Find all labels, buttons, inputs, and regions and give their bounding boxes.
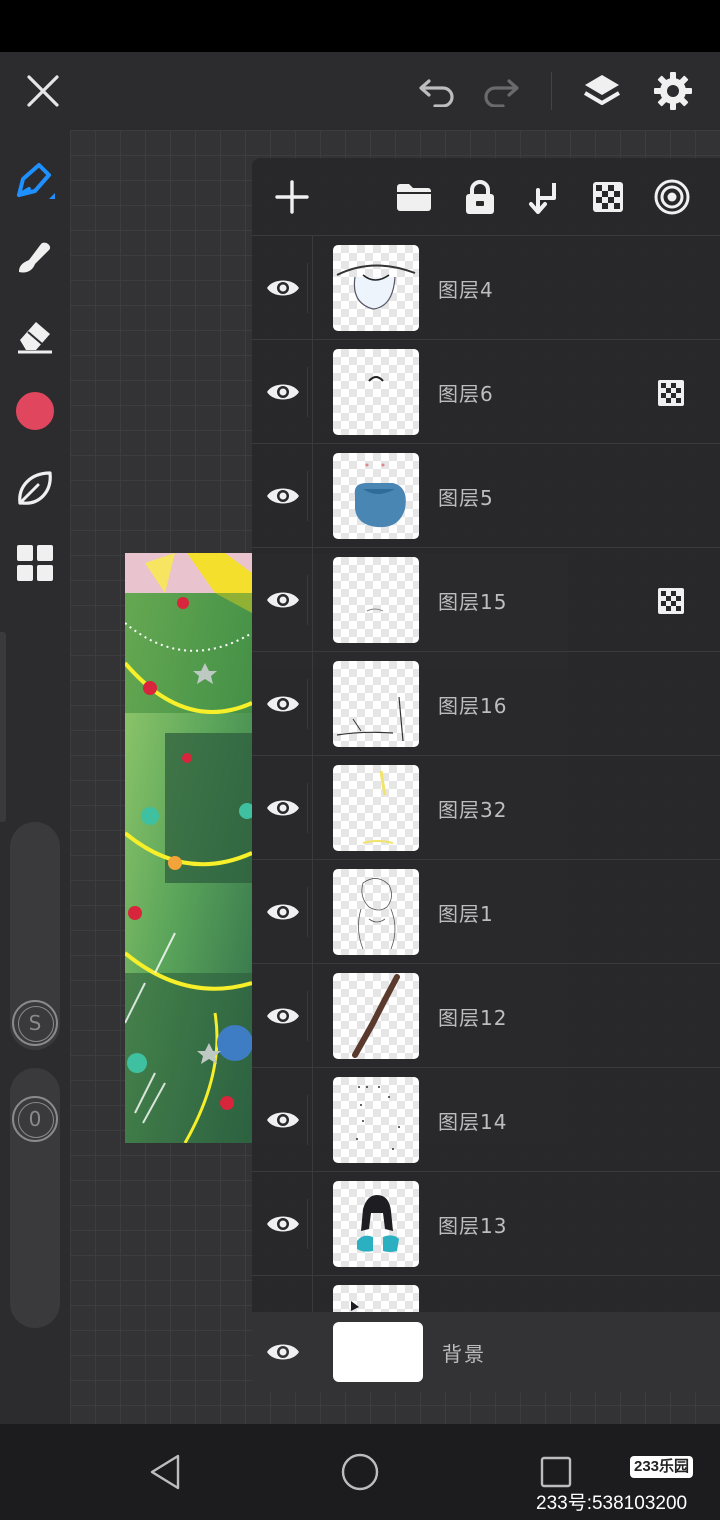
layers-icon[interactable]: [576, 66, 628, 116]
blend-mode-icon[interactable]: [647, 172, 697, 222]
background-layer-row[interactable]: 背景: [252, 1312, 720, 1392]
layer-name: 图层16: [438, 694, 508, 718]
eye-icon[interactable]: [258, 575, 308, 625]
eye-icon[interactable]: [258, 367, 308, 417]
alpha-lock-icon[interactable]: [658, 588, 684, 614]
layer-thumbnail: [333, 349, 419, 435]
add-icon[interactable]: [267, 172, 317, 222]
layer-name: 图层12: [438, 1006, 508, 1030]
layer-name: 图层15: [438, 590, 508, 614]
layer-thumbnail: [333, 765, 419, 851]
layer-name: 图层14: [438, 1110, 508, 1134]
layer-row[interactable]: 图层1: [252, 860, 720, 964]
layer-thumbnail: [333, 453, 419, 539]
christmas-tree-illustration: [125, 553, 252, 1143]
panel-edge-handle[interactable]: [0, 632, 6, 822]
color-swatch-icon[interactable]: [10, 386, 60, 436]
layer-thumbnail: [333, 661, 419, 747]
layer-thumbnail: [333, 973, 419, 1059]
eye-icon[interactable]: [258, 1327, 308, 1377]
layer-name: 图层5: [438, 486, 494, 510]
eye-icon[interactable]: [258, 783, 308, 833]
redo-icon[interactable]: [476, 66, 526, 116]
eye-icon[interactable]: [258, 1095, 308, 1145]
watermark-id: 233号:538103200: [536, 1493, 688, 1514]
layer-thumbnail: [333, 1285, 419, 1312]
background-thumbnail: [333, 1322, 423, 1382]
alpha-lock-icon[interactable]: [583, 172, 633, 222]
layer-thumbnail: [333, 1077, 419, 1163]
toolbar-divider: [551, 72, 552, 110]
eye-icon[interactable]: [258, 679, 308, 729]
eraser-icon[interactable]: [10, 311, 60, 361]
layer-thumbnail: [333, 245, 419, 331]
leaf-icon[interactable]: [10, 463, 60, 513]
brush-opacity-knob[interactable]: 0: [12, 1096, 58, 1142]
layer-thumbnail: [333, 1181, 419, 1267]
eye-icon[interactable]: [258, 1199, 308, 1249]
status-bar: [0, 0, 720, 52]
pen-icon[interactable]: [10, 156, 60, 206]
layer-name: 图层13: [438, 1214, 508, 1238]
eye-icon[interactable]: [258, 991, 308, 1041]
background-layer-name: 背景: [442, 1342, 486, 1366]
layer-row[interactable]: 图层13: [252, 1172, 720, 1276]
layer-list[interactable]: 图层4 图层6 图层5 图层15 图层16 图层32 图层1 图层12 图层14…: [252, 236, 720, 1312]
current-color: [14, 390, 56, 432]
layer-name: 图层4: [438, 278, 494, 302]
layer-row[interactable]: 图层5: [252, 444, 720, 548]
merge-down-icon[interactable]: [518, 172, 568, 222]
layer-row[interactable]: 图层12: [252, 964, 720, 1068]
layer-row[interactable]: 图层4: [252, 236, 720, 340]
undo-icon[interactable]: [412, 66, 462, 116]
left-toolbar: S 0: [0, 130, 70, 1424]
alpha-lock-icon[interactable]: [658, 380, 684, 406]
layers-toolbar: [252, 158, 720, 236]
grid-icon[interactable]: [10, 538, 60, 588]
layer-row[interactable]: 图层15: [252, 548, 720, 652]
layer-name: 图层6: [438, 382, 494, 406]
close-icon[interactable]: [18, 66, 68, 116]
back-icon[interactable]: [142, 1449, 188, 1495]
smudge-icon[interactable]: [10, 233, 60, 283]
layer-row-partial[interactable]: [252, 1276, 720, 1312]
top-toolbar: [0, 52, 720, 130]
eye-icon[interactable]: [258, 263, 308, 313]
lock-icon[interactable]: [455, 172, 505, 222]
eye-icon[interactable]: [258, 887, 308, 937]
watermark-badge: 233乐园: [630, 1456, 694, 1478]
eye-icon[interactable]: [258, 471, 308, 521]
gear-icon[interactable]: [648, 66, 698, 116]
layer-row[interactable]: 图层14: [252, 1068, 720, 1172]
layer-thumbnail: [333, 557, 419, 643]
layer-name: 图层32: [438, 798, 508, 822]
layer-row[interactable]: 图层32: [252, 756, 720, 860]
layer-thumbnail: [333, 869, 419, 955]
home-icon[interactable]: [337, 1449, 383, 1495]
brush-size-knob[interactable]: S: [12, 1000, 58, 1046]
layers-panel: 图层4 图层6 图层5 图层15 图层16 图层32 图层1 图层12 图层14…: [252, 158, 720, 1392]
layer-name: 图层1: [438, 902, 494, 926]
folder-icon[interactable]: [389, 172, 439, 222]
layer-row[interactable]: 图层16: [252, 652, 720, 756]
layer-row[interactable]: 图层6: [252, 340, 720, 444]
